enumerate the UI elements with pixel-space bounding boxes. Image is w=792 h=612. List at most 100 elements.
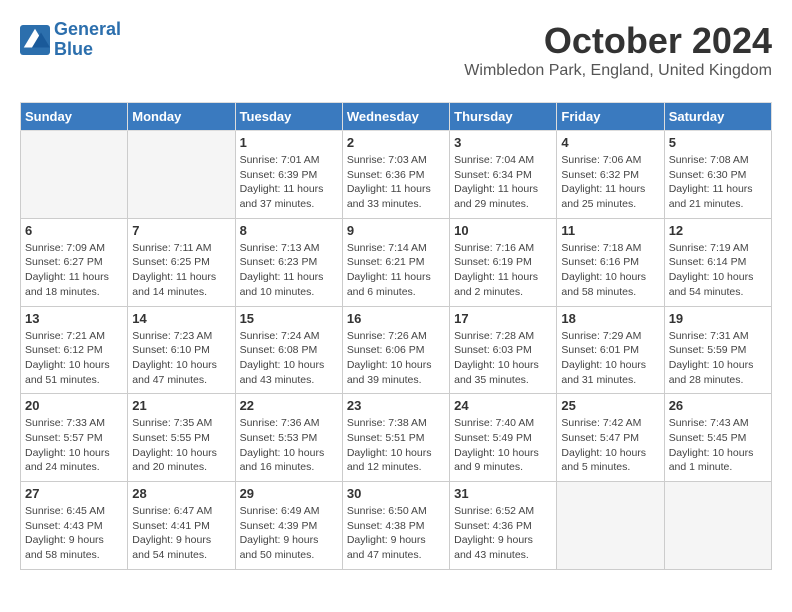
weekday-header: Friday <box>557 103 664 131</box>
calendar-cell <box>21 131 128 219</box>
day-info: Sunrise: 6:47 AM Sunset: 4:41 PM Dayligh… <box>132 504 230 563</box>
day-number: 3 <box>454 135 552 150</box>
calendar-cell: 28 Sunrise: 6:47 AM Sunset: 4:41 PM Dayli… <box>128 482 235 570</box>
day-info: Sunrise: 7:04 AM Sunset: 6:34 PM Dayligh… <box>454 153 552 212</box>
day-info: Sunrise: 7:14 AM Sunset: 6:21 PM Dayligh… <box>347 241 445 300</box>
day-number: 22 <box>240 398 338 413</box>
day-info: Sunrise: 7:09 AM Sunset: 6:27 PM Dayligh… <box>25 241 123 300</box>
title-section: October 2024 Wimbledon Park, England, Un… <box>464 20 772 90</box>
calendar-cell: 4 Sunrise: 7:06 AM Sunset: 6:32 PM Daylig… <box>557 131 664 219</box>
day-info: Sunrise: 7:40 AM Sunset: 5:49 PM Dayligh… <box>454 416 552 475</box>
calendar-table: SundayMondayTuesdayWednesdayThursdayFrid… <box>20 102 772 570</box>
day-info: Sunrise: 7:29 AM Sunset: 6:01 PM Dayligh… <box>561 329 659 388</box>
logo-line1: General <box>54 20 121 40</box>
logo: General Blue <box>20 20 121 60</box>
day-number: 21 <box>132 398 230 413</box>
weekday-header: Monday <box>128 103 235 131</box>
day-info: Sunrise: 7:08 AM Sunset: 6:30 PM Dayligh… <box>669 153 767 212</box>
day-number: 13 <box>25 311 123 326</box>
calendar-cell: 9 Sunrise: 7:14 AM Sunset: 6:21 PM Daylig… <box>342 218 449 306</box>
calendar-cell: 16 Sunrise: 7:26 AM Sunset: 6:06 PM Dayli… <box>342 306 449 394</box>
weekday-header: Wednesday <box>342 103 449 131</box>
day-number: 11 <box>561 223 659 238</box>
calendar-cell: 25Sunrise: 7:42 AM Sunset: 5:47 PM Dayli… <box>557 394 664 482</box>
calendar-cell: 6 Sunrise: 7:09 AM Sunset: 6:27 PM Daylig… <box>21 218 128 306</box>
calendar-week-row: 27 Sunrise: 6:45 AM Sunset: 4:43 PM Dayli… <box>21 482 772 570</box>
day-info: Sunrise: 6:52 AM Sunset: 4:36 PM Dayligh… <box>454 504 552 563</box>
day-number: 20 <box>25 398 123 413</box>
day-number: 24 <box>454 398 552 413</box>
day-number: 31 <box>454 486 552 501</box>
day-info: Sunrise: 7:01 AM Sunset: 6:39 PM Dayligh… <box>240 153 338 212</box>
day-info: Sunrise: 7:35 AM Sunset: 5:55 PM Dayligh… <box>132 416 230 475</box>
day-info: Sunrise: 7:03 AM Sunset: 6:36 PM Dayligh… <box>347 153 445 212</box>
month-title: October 2024 <box>464 20 772 62</box>
calendar-cell: 8 Sunrise: 7:13 AM Sunset: 6:23 PM Daylig… <box>235 218 342 306</box>
day-number: 2 <box>347 135 445 150</box>
calendar-cell <box>664 482 771 570</box>
day-number: 9 <box>347 223 445 238</box>
location-title: Wimbledon Park, England, United Kingdom <box>464 62 772 80</box>
day-info: Sunrise: 7:19 AM Sunset: 6:14 PM Dayligh… <box>669 241 767 300</box>
day-info: Sunrise: 7:38 AM Sunset: 5:51 PM Dayligh… <box>347 416 445 475</box>
calendar-cell: 30 Sunrise: 6:50 AM Sunset: 4:38 PM Dayli… <box>342 482 449 570</box>
day-number: 7 <box>132 223 230 238</box>
calendar-cell: 22 Sunrise: 7:36 AM Sunset: 5:53 PM Dayli… <box>235 394 342 482</box>
day-number: 23 <box>347 398 445 413</box>
day-info: Sunrise: 7:16 AM Sunset: 6:19 PM Dayligh… <box>454 241 552 300</box>
weekday-header: Saturday <box>664 103 771 131</box>
day-info: Sunrise: 7:28 AM Sunset: 6:03 PM Dayligh… <box>454 329 552 388</box>
day-number: 6 <box>25 223 123 238</box>
day-number: 8 <box>240 223 338 238</box>
day-info: Sunrise: 7:23 AM Sunset: 6:10 PM Dayligh… <box>132 329 230 388</box>
calendar-week-row: 6 Sunrise: 7:09 AM Sunset: 6:27 PM Daylig… <box>21 218 772 306</box>
calendar-cell: 23 Sunrise: 7:38 AM Sunset: 5:51 PM Dayli… <box>342 394 449 482</box>
day-number: 15 <box>240 311 338 326</box>
day-number: 25 <box>561 398 659 413</box>
calendar-cell: 29 Sunrise: 6:49 AM Sunset: 4:39 PM Dayli… <box>235 482 342 570</box>
day-info: Sunrise: 7:11 AM Sunset: 6:25 PM Dayligh… <box>132 241 230 300</box>
calendar-cell: 14 Sunrise: 7:23 AM Sunset: 6:10 PM Dayli… <box>128 306 235 394</box>
day-number: 29 <box>240 486 338 501</box>
logo-line2: Blue <box>54 40 121 60</box>
calendar-cell: 2 Sunrise: 7:03 AM Sunset: 6:36 PM Daylig… <box>342 131 449 219</box>
calendar-cell: 27 Sunrise: 6:45 AM Sunset: 4:43 PM Dayli… <box>21 482 128 570</box>
day-info: Sunrise: 7:36 AM Sunset: 5:53 PM Dayligh… <box>240 416 338 475</box>
calendar-cell: 20 Sunrise: 7:33 AM Sunset: 5:57 PM Dayli… <box>21 394 128 482</box>
day-info: Sunrise: 7:26 AM Sunset: 6:06 PM Dayligh… <box>347 329 445 388</box>
day-number: 5 <box>669 135 767 150</box>
day-number: 16 <box>347 311 445 326</box>
day-number: 14 <box>132 311 230 326</box>
day-info: Sunrise: 6:49 AM Sunset: 4:39 PM Dayligh… <box>240 504 338 563</box>
day-info: Sunrise: 6:50 AM Sunset: 4:38 PM Dayligh… <box>347 504 445 563</box>
day-number: 27 <box>25 486 123 501</box>
calendar-cell: 12 Sunrise: 7:19 AM Sunset: 6:14 PM Dayli… <box>664 218 771 306</box>
day-info: Sunrise: 6:45 AM Sunset: 4:43 PM Dayligh… <box>25 504 123 563</box>
calendar-cell: 18 Sunrise: 7:29 AM Sunset: 6:01 PM Dayli… <box>557 306 664 394</box>
day-number: 18 <box>561 311 659 326</box>
day-info: Sunrise: 7:31 AM Sunset: 5:59 PM Dayligh… <box>669 329 767 388</box>
day-number: 4 <box>561 135 659 150</box>
calendar-week-row: 20 Sunrise: 7:33 AM Sunset: 5:57 PM Dayli… <box>21 394 772 482</box>
calendar-cell: 17Sunrise: 7:28 AM Sunset: 6:03 PM Dayli… <box>450 306 557 394</box>
calendar-cell: 13Sunrise: 7:21 AM Sunset: 6:12 PM Dayli… <box>21 306 128 394</box>
day-info: Sunrise: 7:13 AM Sunset: 6:23 PM Dayligh… <box>240 241 338 300</box>
day-number: 19 <box>669 311 767 326</box>
day-number: 12 <box>669 223 767 238</box>
day-info: Sunrise: 7:06 AM Sunset: 6:32 PM Dayligh… <box>561 153 659 212</box>
calendar-cell: 11Sunrise: 7:18 AM Sunset: 6:16 PM Dayli… <box>557 218 664 306</box>
day-info: Sunrise: 7:33 AM Sunset: 5:57 PM Dayligh… <box>25 416 123 475</box>
day-info: Sunrise: 7:24 AM Sunset: 6:08 PM Dayligh… <box>240 329 338 388</box>
calendar-cell: 21 Sunrise: 7:35 AM Sunset: 5:55 PM Dayli… <box>128 394 235 482</box>
weekday-header: Thursday <box>450 103 557 131</box>
day-number: 26 <box>669 398 767 413</box>
day-number: 28 <box>132 486 230 501</box>
calendar-cell: 24 Sunrise: 7:40 AM Sunset: 5:49 PM Dayli… <box>450 394 557 482</box>
day-number: 30 <box>347 486 445 501</box>
calendar-header-row: SundayMondayTuesdayWednesdayThursdayFrid… <box>21 103 772 131</box>
day-number: 1 <box>240 135 338 150</box>
calendar-cell: 15 Sunrise: 7:24 AM Sunset: 6:08 PM Dayli… <box>235 306 342 394</box>
calendar-cell <box>557 482 664 570</box>
day-number: 10 <box>454 223 552 238</box>
calendar-cell: 10 Sunrise: 7:16 AM Sunset: 6:19 PM Dayli… <box>450 218 557 306</box>
